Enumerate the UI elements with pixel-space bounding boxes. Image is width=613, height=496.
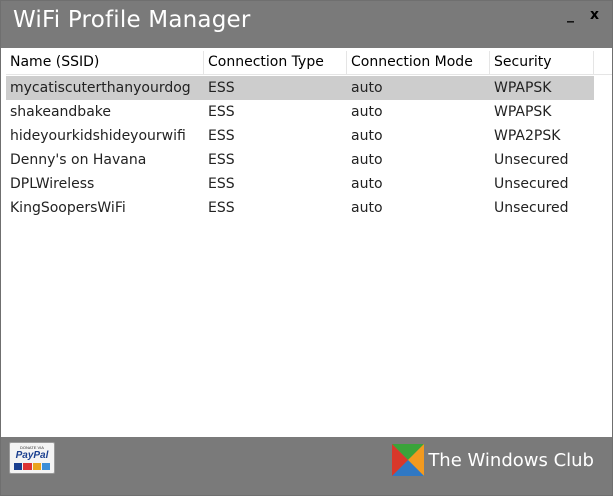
table-header: Name (SSID) Connection Type Connection M… (6, 51, 612, 75)
cell-connection-mode: auto (351, 104, 383, 120)
column-header-connection-mode[interactable]: Connection Mode (347, 51, 490, 74)
cell-connection-mode: auto (351, 128, 383, 144)
brand-link[interactable]: The Windows Club (392, 443, 594, 477)
close-button[interactable]: x (590, 8, 599, 22)
cell-ssid: mycatiscuterthanyourdog (10, 80, 191, 96)
cell-security: WPAPSK (494, 80, 552, 96)
cell-ssid: Denny's on Havana (10, 152, 147, 168)
cell-connection-type: ESS (208, 80, 235, 96)
brand-text: The Windows Club (428, 449, 594, 471)
cell-security: WPAPSK (494, 104, 552, 120)
cell-connection-type: ESS (208, 176, 235, 192)
cell-security: WPA2PSK (494, 128, 561, 144)
cell-security: Unsecured (494, 176, 569, 192)
title-bar[interactable]: WiFi Profile Manager _ x (1, 1, 612, 48)
cell-connection-mode: auto (351, 80, 383, 96)
paypal-logo: PayPal (15, 450, 49, 461)
cell-connection-type: ESS (208, 152, 235, 168)
app-window: WiFi Profile Manager _ x Name (SSID) Con… (0, 0, 613, 496)
minimize-button[interactable]: _ (567, 8, 574, 22)
table-row[interactable]: hideyourkidshideyourwifi ESS auto WPA2PSK (6, 124, 594, 148)
cell-ssid: hideyourkidshideyourwifi (10, 128, 186, 144)
window-title: WiFi Profile Manager (13, 7, 251, 33)
windows-club-icon (392, 444, 425, 476)
table-row[interactable]: mycatiscuterthanyourdog ESS auto WPAPSK (6, 76, 594, 100)
cell-connection-type: ESS (208, 104, 235, 120)
cell-ssid: DPLWireless (10, 176, 95, 192)
cell-connection-mode: auto (351, 200, 383, 216)
profiles-table: Name (SSID) Connection Type Connection M… (6, 51, 612, 435)
cell-security: Unsecured (494, 200, 569, 216)
column-header-security[interactable]: Security (490, 51, 594, 74)
table-body: mycatiscuterthanyourdog ESS auto WPAPSK shak… (6, 76, 612, 220)
cell-connection-mode: auto (351, 152, 383, 168)
table-row[interactable]: Denny's on Havana ESS auto Unsecured (6, 148, 594, 172)
table-row[interactable]: shakeandbake ESS auto WPAPSK (6, 100, 594, 124)
cell-ssid: KingSoopersWiFi (10, 200, 126, 216)
cell-security: Unsecured (494, 152, 569, 168)
table-row[interactable]: KingSoopersWiFi ESS auto Unsecured (6, 196, 594, 220)
cell-connection-mode: auto (351, 176, 383, 192)
table-row[interactable]: DPLWireless ESS auto Unsecured (6, 172, 594, 196)
credit-cards-icon (14, 463, 50, 470)
column-header-connection-type[interactable]: Connection Type (204, 51, 347, 74)
cell-connection-type: ESS (208, 200, 235, 216)
footer-bar: DONATE VIA PayPal The Windows Club (1, 437, 612, 495)
cell-ssid: shakeandbake (10, 104, 111, 120)
cell-connection-type: ESS (208, 128, 235, 144)
column-header-ssid[interactable]: Name (SSID) (6, 51, 204, 74)
paypal-donate-button[interactable]: DONATE VIA PayPal (9, 442, 55, 474)
